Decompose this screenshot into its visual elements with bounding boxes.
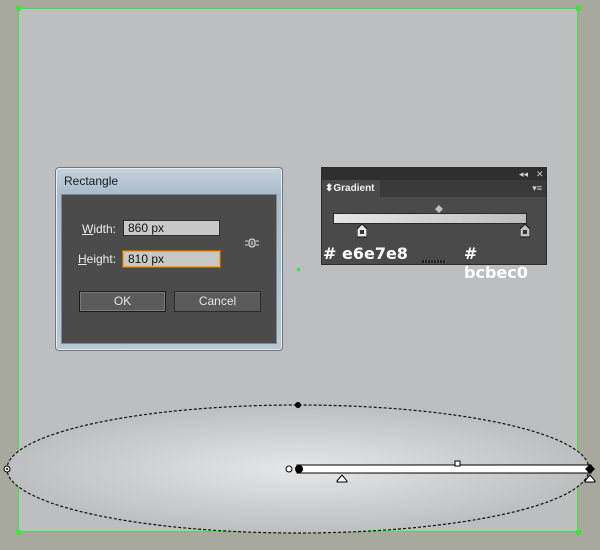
close-icon[interactable]: ✕	[536, 168, 544, 180]
collapse-icon[interactable]: ◂◂	[519, 168, 528, 180]
gradient-annotator-midpoint[interactable]	[454, 460, 461, 467]
dialog-title: Rectangle	[64, 174, 119, 188]
gradient-stop-start[interactable]	[357, 224, 367, 238]
gradient-annotator-bar[interactable]	[296, 464, 592, 474]
dialog-body: Width: 860 px Height: 810 px OK Cancel	[61, 194, 277, 344]
gradient-annotator-resize-handle[interactable]	[285, 465, 293, 473]
gradient-annotator-origin[interactable]	[295, 465, 303, 473]
gradient-stop-end[interactable]	[520, 224, 530, 238]
width-label: Width:	[82, 222, 117, 236]
panel-resize-grip[interactable]	[422, 260, 446, 263]
height-input[interactable]: 810 px	[123, 251, 220, 267]
width-input[interactable]: 860 px	[123, 220, 220, 236]
panel-topbar[interactable]: ◂◂ ✕	[322, 168, 546, 180]
ellipse-anchor-top[interactable]	[295, 402, 301, 408]
panel-tab-row: ⬍Gradient ▾≡	[322, 180, 546, 197]
gradient-slider[interactable]	[333, 213, 527, 224]
rectangle-dialog: Rectangle Width: 860 px Height: 810 px O…	[55, 167, 283, 351]
panel-menu-icon[interactable]: ▾≡	[532, 183, 542, 194]
end-color-hex-label: # bcbec0	[464, 244, 528, 282]
cancel-button[interactable]: Cancel	[174, 291, 261, 312]
start-color-hex-label: # e6e7e8	[323, 244, 408, 263]
gradient-panel: ◂◂ ✕ ⬍Gradient ▾≡ # e6e7e8 # bcbec0	[321, 167, 547, 282]
ok-button[interactable]: OK	[79, 291, 166, 312]
tab-gradient[interactable]: ⬍Gradient	[322, 180, 380, 197]
height-label: Height:	[78, 252, 117, 266]
gradient-midpoint-diamond-icon[interactable]	[435, 205, 443, 213]
link-proportions-icon[interactable]	[245, 236, 259, 250]
